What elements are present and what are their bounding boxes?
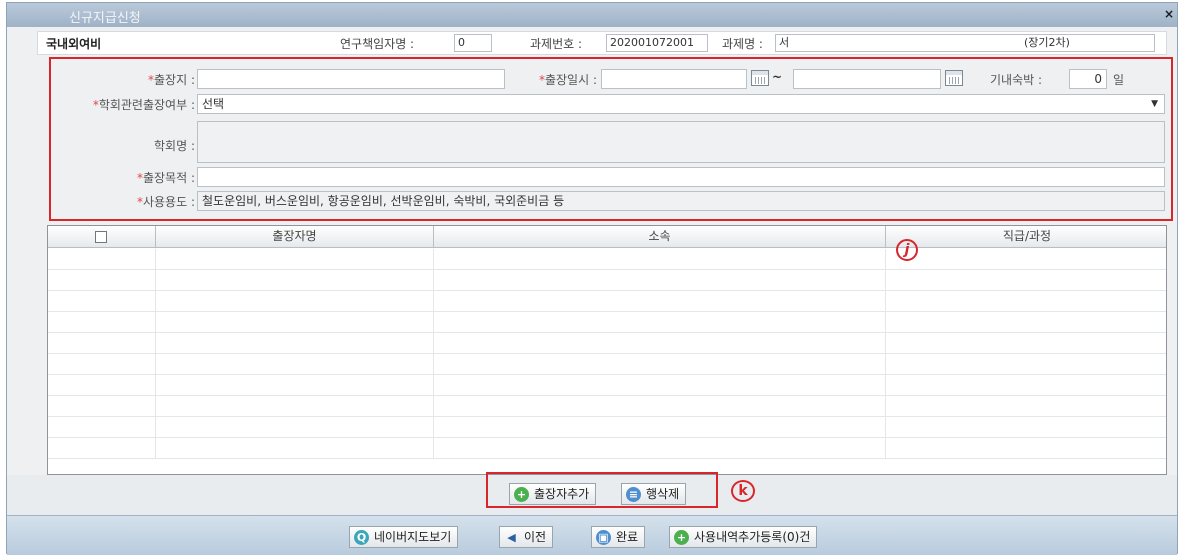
search-icon: Q: [354, 530, 369, 545]
pi-value: 0: [454, 34, 492, 52]
select-all-column: [48, 226, 156, 248]
footer-bar: Q 네이버지도보기 ◀ 이전 ▣ 완료 + 사용내역추가등록(0)건: [7, 515, 1177, 555]
usage-text: 철도운임비, 버스운임비, 항공운임비, 선박운임비, 숙박비, 국외준비금 등: [197, 191, 1165, 211]
trip-purpose-label: *출장목적 :: [136, 171, 195, 185]
project-name-label: 과제명 :: [722, 37, 763, 51]
table-row[interactable]: [48, 249, 1166, 270]
plus-icon: +: [674, 530, 689, 545]
conference-trip-select[interactable]: 선택 ▼: [197, 94, 1165, 114]
conference-trip-selected: 선택: [202, 97, 225, 111]
prev-button[interactable]: ◀ 이전: [499, 526, 554, 548]
society-name-input[interactable]: [197, 121, 1165, 163]
title-bar[interactable]: 신규지급신청 ×: [7, 3, 1177, 27]
inflight-nights-input[interactable]: 0: [1069, 69, 1107, 89]
trip-date-to-input[interactable]: [793, 69, 941, 89]
inflight-nights-label: 기내숙박 :: [990, 73, 1043, 87]
project-no-label: 과제번호 :: [530, 37, 583, 51]
naver-map-button[interactable]: Q 네이버지도보기: [349, 526, 459, 548]
destination-input[interactable]: [197, 69, 505, 89]
calendar-icon[interactable]: [751, 70, 769, 86]
add-traveler-button[interactable]: + 출장자추가: [509, 483, 597, 505]
table-row[interactable]: [48, 354, 1166, 375]
conference-trip-label: *학회관련출장여부 :: [92, 98, 195, 112]
table-row[interactable]: [48, 396, 1166, 417]
trip-date-label: *출장일시 :: [538, 73, 597, 87]
complete-button[interactable]: ▣ 완료: [591, 526, 646, 548]
delete-icon: ≡: [626, 487, 641, 502]
table-row[interactable]: [48, 333, 1166, 354]
arrow-left-icon: ◀: [507, 531, 516, 544]
pi-label: 연구책임자명 :: [340, 37, 415, 51]
traveler-name-header[interactable]: 출장자명: [156, 226, 434, 248]
trip-purpose-input[interactable]: [197, 167, 1165, 187]
destination-label: *출장지 :: [148, 73, 195, 87]
table-row[interactable]: [48, 375, 1166, 396]
disk-icon: ▣: [596, 530, 611, 545]
usage-label: *사용용도 :: [136, 195, 195, 209]
section-title: 국내외여비: [46, 37, 102, 51]
trip-form: *출장지 : *출장일시 : ~ 기내숙박 : 0 일 *학회관련출장여부 : …: [41, 56, 1169, 217]
table-actions-bar: + 출장자추가 ≡ 행삭제: [7, 475, 1177, 515]
position-header[interactable]: 직급/과정: [886, 226, 1166, 248]
trip-date-from-input[interactable]: [601, 69, 747, 89]
add-usage-button[interactable]: + 사용내역추가등록(0)건: [669, 526, 818, 548]
project-name-suffix: (장기2차): [1024, 36, 1070, 49]
table-row[interactable]: [48, 417, 1166, 438]
inflight-nights-unit: 일: [1113, 73, 1125, 87]
table-row[interactable]: [48, 438, 1166, 459]
affiliation-header[interactable]: 소속: [434, 226, 886, 248]
dialog-window: 신규지급신청 × 국내외여비 연구책임자명 : 0 과제번호 : 2020010…: [6, 2, 1178, 555]
project-name-value: 서 (장기2차): [775, 34, 1155, 52]
project-info-bar: 국내외여비 연구책임자명 : 0 과제번호 : 202001072001 과제명…: [37, 31, 1167, 55]
annotation-marker-j: j: [896, 239, 918, 261]
calendar-icon[interactable]: [945, 70, 963, 86]
plus-icon: +: [514, 487, 529, 502]
society-name-label: 학회명 :: [154, 139, 195, 153]
project-no-value: 202001072001: [606, 34, 708, 52]
close-icon[interactable]: ×: [1163, 6, 1175, 22]
table-row[interactable]: [48, 291, 1166, 312]
traveler-table: 출장자명 소속 직급/과정: [47, 225, 1167, 475]
project-name-text: 서: [779, 36, 790, 49]
delete-row-button[interactable]: ≡ 행삭제: [621, 483, 687, 505]
chevron-down-icon[interactable]: ▼: [1151, 95, 1158, 113]
annotation-marker-k: k: [731, 480, 755, 502]
select-all-checkbox[interactable]: [95, 231, 107, 243]
table-row[interactable]: [48, 312, 1166, 333]
table-row[interactable]: [48, 270, 1166, 291]
date-range-separator: ~: [772, 70, 783, 84]
window-title: 신규지급신청: [69, 11, 141, 26]
table-header: 출장자명 소속 직급/과정: [48, 226, 1166, 248]
